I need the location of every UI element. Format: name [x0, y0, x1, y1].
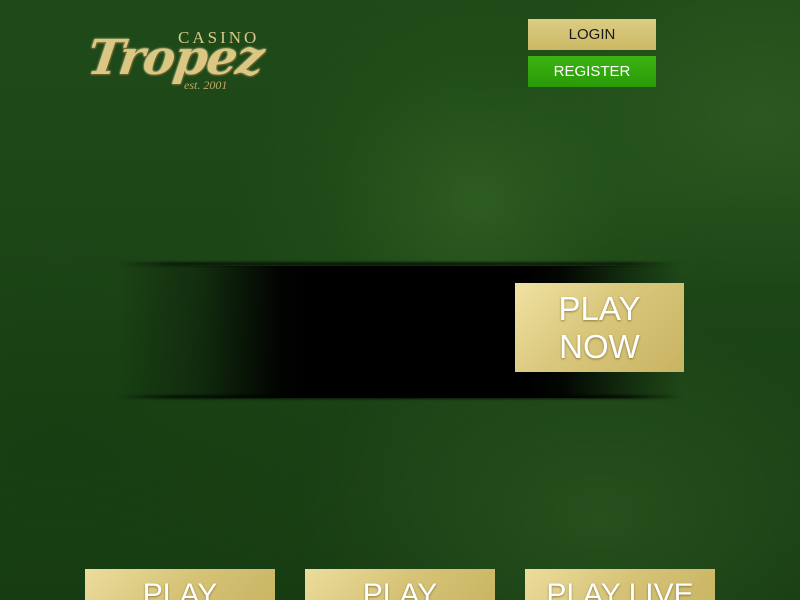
play-now-button[interactable]: PLAY NOW — [515, 283, 684, 372]
login-button[interactable]: LOGIN — [528, 19, 656, 50]
casino-tropez-logo[interactable]: CASINO Tropez est. 2001 — [84, 18, 278, 96]
register-button[interactable]: REGISTER — [528, 56, 656, 87]
banner-bottom-divider — [116, 395, 682, 399]
play-button-1[interactable]: PLAY — [85, 569, 275, 600]
play-live-button[interactable]: PLAY LIVE — [525, 569, 715, 600]
logo-est-text: est. 2001 — [184, 78, 228, 92]
play-now-line1: PLAY — [558, 289, 641, 327]
play-button-2[interactable]: PLAY — [305, 569, 495, 600]
play-now-line2: NOW — [559, 327, 640, 365]
logo-tropez-text: Tropez — [84, 30, 267, 86]
